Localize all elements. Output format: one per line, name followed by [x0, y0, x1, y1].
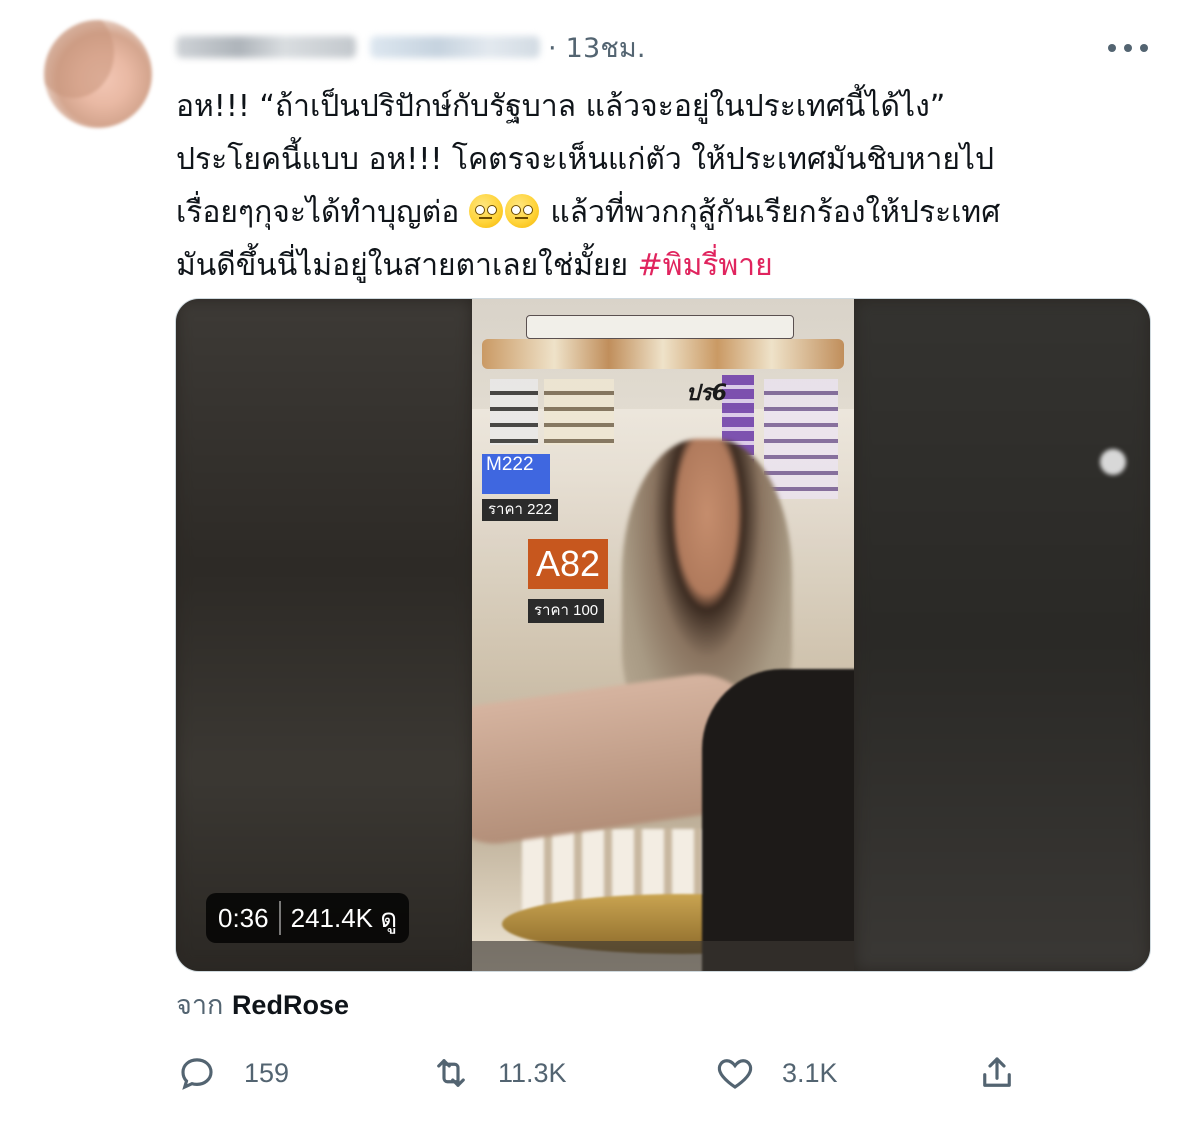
video-top-badges: [482, 339, 844, 369]
video-overlay-price-m: ราคา 222: [482, 499, 559, 521]
face-with-rolling-eyes-icon: [468, 194, 503, 228]
video-blur-left: [176, 299, 472, 971]
author-handle-blurred[interactable]: [370, 36, 540, 58]
author-avatar[interactable]: [44, 20, 152, 128]
hashtag-link[interactable]: #พิมรี่พาย: [638, 248, 773, 283]
video-player[interactable]: ปร6 M222 ราคา 222 A82 ราคา 100 0:36 241.…: [175, 298, 1151, 972]
tweet-line-4: มันดีขึ้นนี่ไม่อยู่ในสายตาเลยใช่มั้ยย #พ…: [176, 239, 1151, 292]
video-overlay-price-a: ราคา 100: [528, 599, 605, 623]
like-button[interactable]: 3.1K: [714, 1048, 838, 1098]
author-name-blurred[interactable]: [176, 36, 356, 58]
tweet-actions: 159 11.3K 3.1K: [176, 1048, 1156, 1098]
retweet-count: 11.3K: [498, 1057, 567, 1088]
tweet-line-3: เรื่อยๆกุจะได้ทำบุญต่อ แล้วที่พวกกุสู้กั…: [176, 186, 1151, 239]
video-ticker: [472, 941, 854, 971]
video-list-left: [490, 379, 538, 445]
video-list-right: [764, 379, 838, 499]
tweet-header: · 13ชม.: [176, 26, 646, 68]
video-view-count: 241.4K ดู: [290, 902, 398, 933]
video-overlay-a-code: A82: [528, 539, 608, 589]
video-blur-right: [854, 299, 1150, 971]
reply-button[interactable]: 159: [176, 1048, 289, 1098]
tweet-line-1: อห!!! “ถ้าเป็นปริปักษ์กับรัฐบาล แล้วจะอย…: [176, 89, 946, 124]
source-prefix: จาก: [176, 990, 224, 1021]
video-source: จาก RedRose: [176, 983, 349, 1026]
tweet-timestamp[interactable]: · 13ชม.: [548, 26, 646, 69]
video-light-spot: [1100, 449, 1126, 475]
reply-count: 159: [244, 1057, 290, 1088]
video-overlay-m-code: M222: [482, 454, 550, 494]
tweet-text: อห!!! “ถ้าเป็นปริปักษ์กับรัฐบาล แล้วจะอย…: [176, 80, 1151, 292]
tweet-line-3-tail: แล้วที่พวกกุสู้กันเรียกร้องให้ประเทศ: [550, 195, 1001, 230]
tweet-line-3-text: เรื่อยๆกุจะได้ทำบุญต่อ: [176, 195, 460, 230]
video-banner: [526, 315, 794, 339]
more-dot-icon: [1108, 44, 1116, 52]
more-dot-icon: [1124, 44, 1132, 52]
video-duration: 0:36: [218, 902, 269, 933]
retweet-icon: [437, 1059, 465, 1087]
face-with-rolling-eyes-icon: [504, 194, 539, 228]
source-name-link[interactable]: RedRose: [232, 990, 349, 1020]
more-options-button[interactable]: [1108, 38, 1148, 58]
video-frame: ปร6 M222 ราคา 222 A82 ราคา 100: [472, 299, 854, 971]
share-button[interactable]: [976, 1048, 1018, 1098]
tweet-line-4-text: มันดีขึ้นนี่ไม่อยู่ในสายตาเลยใช่มั้ยย: [176, 248, 629, 283]
tweet-time-label[interactable]: 13ชม.: [566, 33, 646, 64]
video-list-mid: [544, 379, 614, 445]
video-duration-badge: 0:36 241.4K ดู: [206, 893, 410, 943]
like-count: 3.1K: [782, 1057, 838, 1088]
more-dot-icon: [1140, 44, 1148, 52]
share-icon: [983, 1057, 1011, 1087]
retweet-button[interactable]: 11.3K: [430, 1048, 567, 1098]
heart-icon: [717, 1059, 753, 1089]
reply-icon: [181, 1058, 213, 1090]
video-overlay-ps-code: ปร6: [686, 381, 728, 406]
tweet-line-2: ประโยคนี้แบบ อห!!! โคตรจะเห็นแก่ตัว ให้ป…: [176, 142, 995, 177]
video-dark-shape: [702, 669, 854, 971]
